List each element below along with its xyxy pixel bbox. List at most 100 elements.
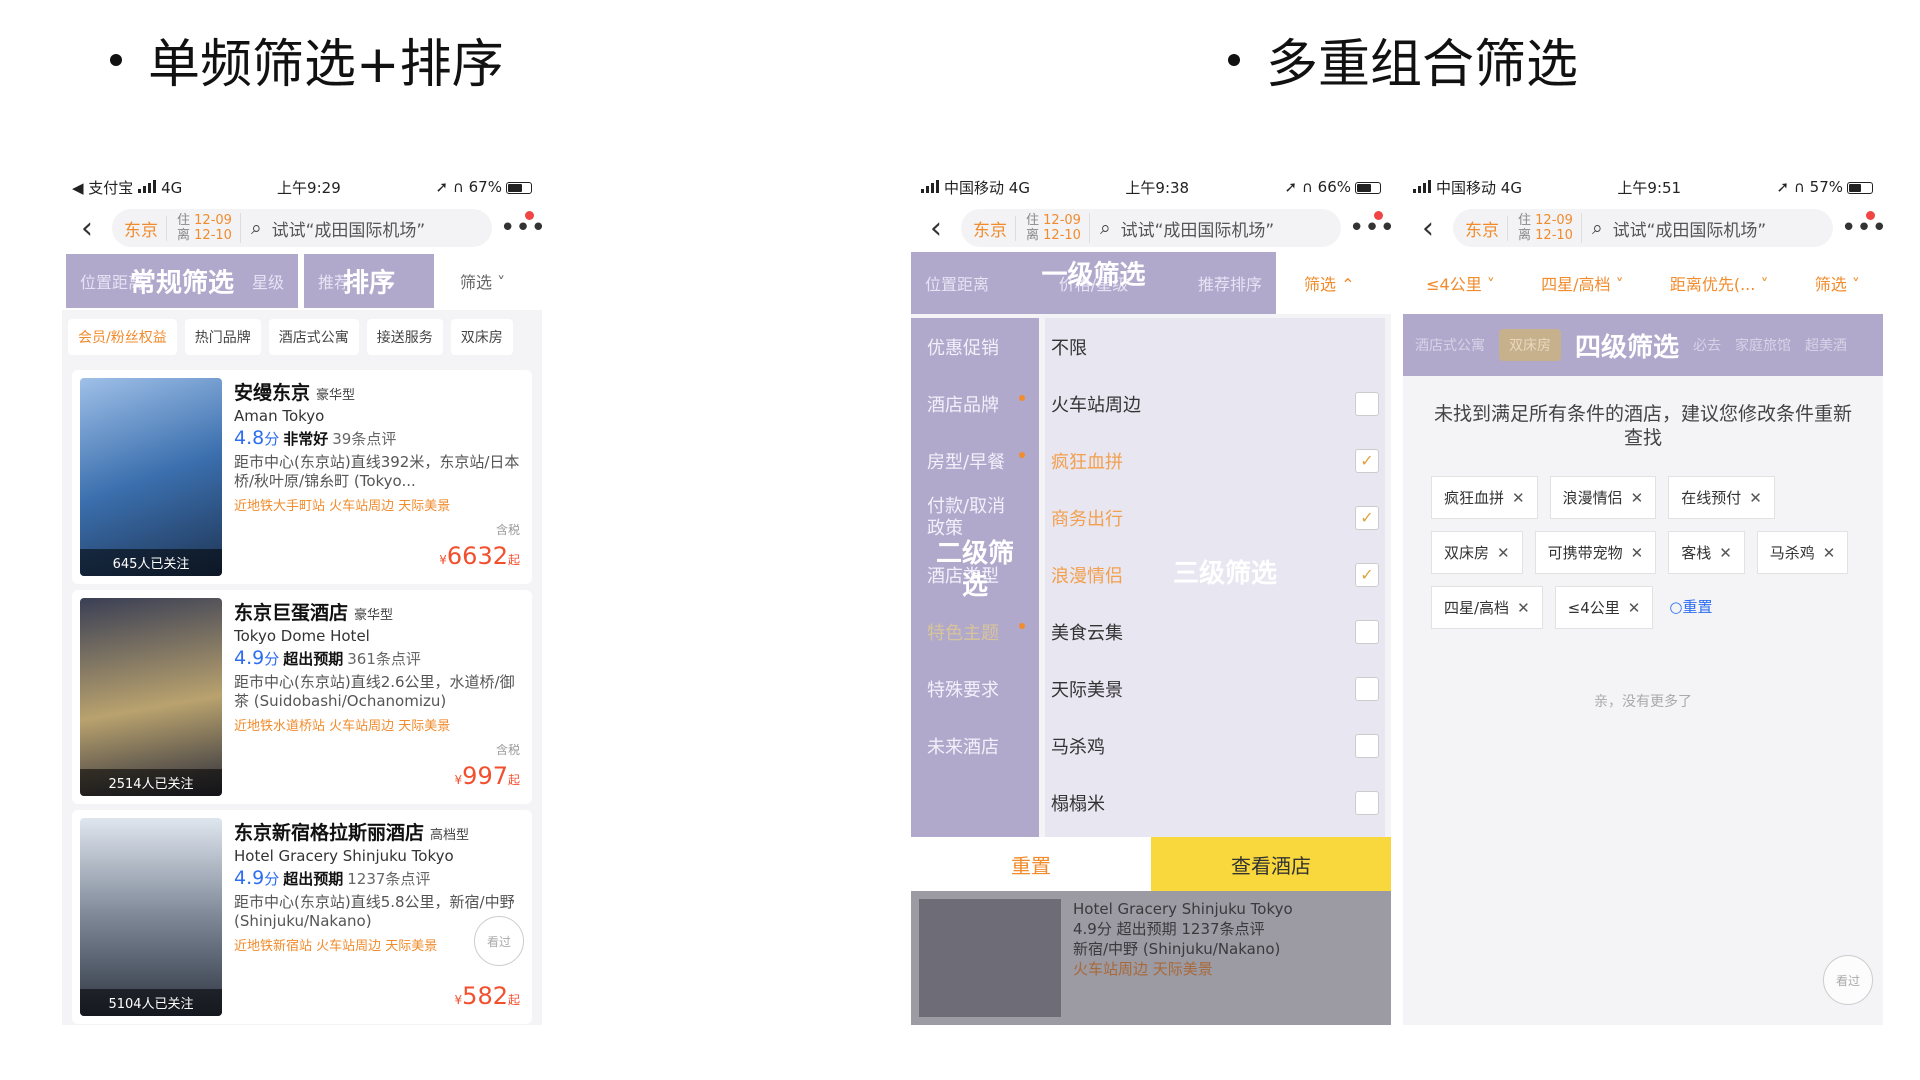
- option-item[interactable]: 疯狂血拼 ✓: [1045, 432, 1385, 489]
- filter-button[interactable]: 筛选 ˅: [1815, 271, 1860, 295]
- filter-chip[interactable]: 在线预付 ✕: [1668, 476, 1775, 519]
- checkbox[interactable]: [1355, 790, 1379, 815]
- price-value: 997: [462, 762, 508, 790]
- option-item[interactable]: 火车站周边: [1045, 375, 1385, 432]
- checkbox[interactable]: [1355, 733, 1379, 758]
- search-input[interactable]: 试试“成田国际机场”: [1613, 216, 1767, 241]
- checkout-label: 离: [1518, 228, 1532, 243]
- search-pill[interactable]: 东京 住 12-09 离 12-10 ⌕ 试试“成田国际机场”: [112, 209, 492, 247]
- filter-chip[interactable]: 客栈 ✕: [1668, 531, 1745, 574]
- search-icon: ⌕: [250, 217, 262, 239]
- category-label: 未来酒店: [927, 736, 999, 758]
- hotel-en-name: Hotel Gracery Shinjuku Tokyo: [1073, 900, 1293, 918]
- seen-eye-icon[interactable]: 看过: [1823, 955, 1873, 1005]
- close-icon[interactable]: ✕: [1497, 544, 1510, 562]
- city-selector[interactable]: 东京: [124, 215, 167, 241]
- filter-chip[interactable]: 双床房 ✕: [1431, 531, 1523, 574]
- view-hotels-button[interactable]: 查看酒店: [1151, 837, 1391, 891]
- filter-chip[interactable]: 浪漫情侣 ✕: [1549, 476, 1657, 519]
- search-pill[interactable]: 东京 住 12-09 离 12-10 ⌕ 试试“成田国际机场”: [961, 209, 1341, 247]
- option-item[interactable]: 天际美景: [1045, 660, 1385, 717]
- checkout-label: 离: [177, 228, 191, 243]
- reset-button[interactable]: 重置: [911, 837, 1151, 891]
- close-icon[interactable]: ✕: [1823, 544, 1836, 562]
- reset-link[interactable]: ○重置: [1665, 586, 1716, 629]
- option-item[interactable]: 商务出行 ✓: [1045, 489, 1385, 546]
- back-icon[interactable]: ‹: [1411, 211, 1445, 246]
- close-icon[interactable]: ✕: [1517, 599, 1530, 617]
- filter-chip[interactable]: 可携带宠物 ✕: [1534, 531, 1657, 574]
- close-icon[interactable]: ✕: [1628, 599, 1641, 617]
- filter-button[interactable]: 筛选 ˅: [460, 269, 505, 293]
- category-item[interactable]: 未来酒店: [911, 717, 1039, 774]
- sort-distance[interactable]: ≤4公里 ˅: [1426, 271, 1495, 295]
- checkin-label: 住: [1518, 213, 1532, 228]
- sort-priority[interactable]: 距离优先(... ˅: [1670, 271, 1769, 295]
- category-item[interactable]: 特殊要求: [911, 660, 1039, 717]
- quick-tag[interactable]: 热门品牌: [184, 319, 261, 355]
- city-selector[interactable]: 东京: [1465, 215, 1508, 241]
- close-icon[interactable]: ✕: [1631, 489, 1644, 507]
- refresh-icon: ○: [1669, 598, 1683, 616]
- sort-box[interactable]: 推荐 排序: [304, 254, 434, 308]
- date-selector[interactable]: 住 12-09 离 12-10: [1026, 213, 1090, 243]
- filter-row: 位置距离 星级 常规筛选 推荐 排序 筛选 ˅: [62, 252, 542, 310]
- filter-chip[interactable]: 疯狂血拼 ✕: [1431, 476, 1538, 519]
- sort-star[interactable]: 四星/高档 ˅: [1541, 271, 1624, 295]
- quick-tag[interactable]: 接送服务: [366, 319, 443, 355]
- close-icon[interactable]: ✕: [1631, 544, 1644, 562]
- back-icon[interactable]: ‹: [70, 211, 104, 246]
- category-item[interactable]: 优惠促销: [911, 318, 1039, 375]
- close-icon[interactable]: ✕: [1719, 544, 1732, 562]
- city-selector[interactable]: 东京: [973, 215, 1016, 241]
- quick-tag[interactable]: 双床房: [450, 319, 513, 355]
- quick-tag[interactable]: 必去: [1693, 335, 1721, 355]
- category-item[interactable]: 房型/早餐: [911, 432, 1039, 489]
- date-selector[interactable]: 住 12-09 离 12-10: [177, 213, 241, 243]
- filter-button-open[interactable]: 筛选 ⌃: [1304, 271, 1355, 295]
- quick-tag[interactable]: 超美酒: [1805, 335, 1847, 355]
- option-item[interactable]: 马杀鸡: [1045, 717, 1385, 774]
- filter-chip[interactable]: ≤4公里 ✕: [1554, 586, 1654, 629]
- close-icon[interactable]: ✕: [1749, 489, 1762, 507]
- search-input[interactable]: 试试“成田国际机场”: [272, 216, 426, 241]
- hotel-card[interactable]: 2514人已关注 东京巨蛋酒店 豪华型 Tokyo Dome Hotel 4.9分…: [72, 590, 532, 804]
- quick-tag[interactable]: 家庭旅馆: [1735, 335, 1791, 355]
- more-icon[interactable]: •••: [1349, 211, 1391, 243]
- chevron-down-icon: ˅: [497, 273, 506, 292]
- category-item[interactable]: 酒店品牌: [911, 375, 1039, 432]
- quick-tag-selected[interactable]: 双床房: [1499, 329, 1561, 361]
- checkbox-checked[interactable]: ✓: [1355, 448, 1379, 473]
- category-item-active[interactable]: 特色主题: [911, 603, 1039, 660]
- level1-filter-box[interactable]: 位置距离 价格/星级 推荐排序 一级筛选: [911, 252, 1276, 314]
- more-icon[interactable]: •••: [500, 211, 542, 243]
- hotel-card[interactable]: 5104人已关注 东京新宿格拉斯丽酒店 高档型 Hotel Gracery Shi…: [72, 810, 532, 1024]
- checkbox-checked[interactable]: ✓: [1355, 505, 1379, 530]
- quick-tag[interactable]: 会员/粉丝权益: [68, 319, 177, 355]
- checkout-label: 离: [1026, 228, 1040, 243]
- option-item[interactable]: 不限: [1045, 318, 1385, 375]
- quick-tag[interactable]: 酒店式公寓: [268, 319, 359, 355]
- more-icon[interactable]: •••: [1841, 211, 1883, 243]
- close-icon[interactable]: ✕: [1512, 489, 1525, 507]
- checkbox[interactable]: [1355, 619, 1379, 644]
- search-input[interactable]: 试试“成田国际机场”: [1121, 216, 1275, 241]
- search-pill[interactable]: 东京 住 12-09 离 12-10 ⌕ 试试“成田国际机场”: [1453, 209, 1833, 247]
- battery-level: 66%: [1317, 178, 1351, 196]
- filter-chip[interactable]: 马杀鸡 ✕: [1756, 531, 1849, 574]
- quick-tag[interactable]: 酒店式公寓: [1415, 335, 1485, 355]
- checkbox-checked[interactable]: ✓: [1355, 562, 1379, 587]
- filter-chip[interactable]: 四星/高档 ✕: [1431, 586, 1543, 629]
- dot-icon: [1019, 623, 1025, 629]
- checkbox[interactable]: [1355, 391, 1379, 416]
- back-icon[interactable]: ‹: [919, 211, 953, 246]
- normal-filter-box[interactable]: 位置距离 星级 常规筛选: [66, 254, 298, 308]
- bullet-icon: [110, 53, 122, 66]
- option-label: 美食云集: [1051, 622, 1123, 644]
- hotel-card[interactable]: 645人已关注 安缦东京 豪华型 Aman Tokyo 4.8分 非常好 39条点评 …: [72, 370, 532, 584]
- option-item[interactable]: 榻榻米: [1045, 774, 1385, 831]
- option-item[interactable]: 美食云集: [1045, 603, 1385, 660]
- date-selector[interactable]: 住 12-09 离 12-10: [1518, 213, 1582, 243]
- seen-eye-icon[interactable]: 看过: [474, 916, 524, 966]
- checkbox[interactable]: [1355, 676, 1379, 701]
